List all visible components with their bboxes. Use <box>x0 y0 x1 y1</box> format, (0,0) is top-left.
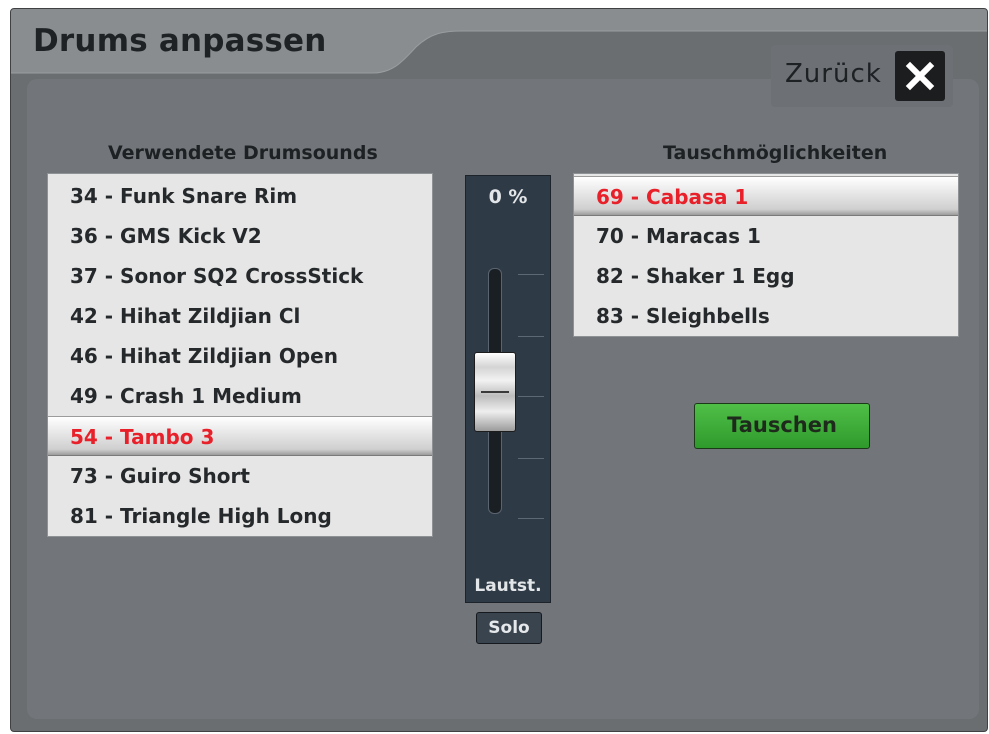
fader-tick <box>518 396 544 397</box>
list-item[interactable]: 73 - Guiro Short <box>48 456 432 496</box>
fader-tick <box>518 458 544 459</box>
swap-options-list[interactable]: 69 - Cabasa 1 70 - Maracas 1 82 - Shaker… <box>573 173 959 337</box>
list-item[interactable]: 49 - Crash 1 Medium <box>48 376 432 416</box>
dialog-title: Drums anpassen <box>33 23 327 59</box>
swap-button[interactable]: Tauschen <box>694 403 870 449</box>
list-item[interactable]: 34 - Funk Snare Rim <box>48 176 432 216</box>
back-button-label: Zurück <box>785 59 882 89</box>
fader-tick <box>518 336 544 337</box>
list-item-selected[interactable]: 54 - Tambo 3 <box>48 416 432 456</box>
list-item[interactable]: 81 - Triangle High Long <box>48 496 432 536</box>
fader-tick <box>518 518 544 519</box>
list-item[interactable]: 83 - Sleighbells <box>574 296 958 336</box>
list-item[interactable]: 82 - Shaker 1 Egg <box>574 256 958 296</box>
solo-button[interactable]: Solo <box>476 612 542 644</box>
list-item[interactable]: 36 - GMS Kick V2 <box>48 216 432 256</box>
fader-handle[interactable] <box>474 352 516 432</box>
used-sounds-header: Verwendete Drumsounds <box>108 142 378 164</box>
fader-value: 0 % <box>488 186 528 208</box>
list-item[interactable]: 37 - Sonor SQ2 CrossStick <box>48 256 432 296</box>
list-item-selected[interactable]: 69 - Cabasa 1 <box>574 176 958 216</box>
drums-dialog: Drums anpassen Zurück Verwendete Drumsou… <box>10 8 988 732</box>
close-icon[interactable] <box>895 51 945 101</box>
list-item[interactable]: 70 - Maracas 1 <box>574 216 958 256</box>
swap-options-header: Tauschmöglichkeiten <box>663 142 888 164</box>
fader-label: Lautst. <box>474 576 542 596</box>
back-button[interactable]: Zurück <box>771 45 953 107</box>
volume-fader[interactable]: 0 % Lautst. <box>465 175 551 603</box>
list-item[interactable]: 46 - Hihat Zildjian Open <box>48 336 432 376</box>
used-sounds-list[interactable]: 34 - Funk Snare Rim 36 - GMS Kick V2 37 … <box>47 173 433 537</box>
fader-tick <box>518 274 544 275</box>
list-item[interactable]: 42 - Hihat Zildjian Cl <box>48 296 432 336</box>
